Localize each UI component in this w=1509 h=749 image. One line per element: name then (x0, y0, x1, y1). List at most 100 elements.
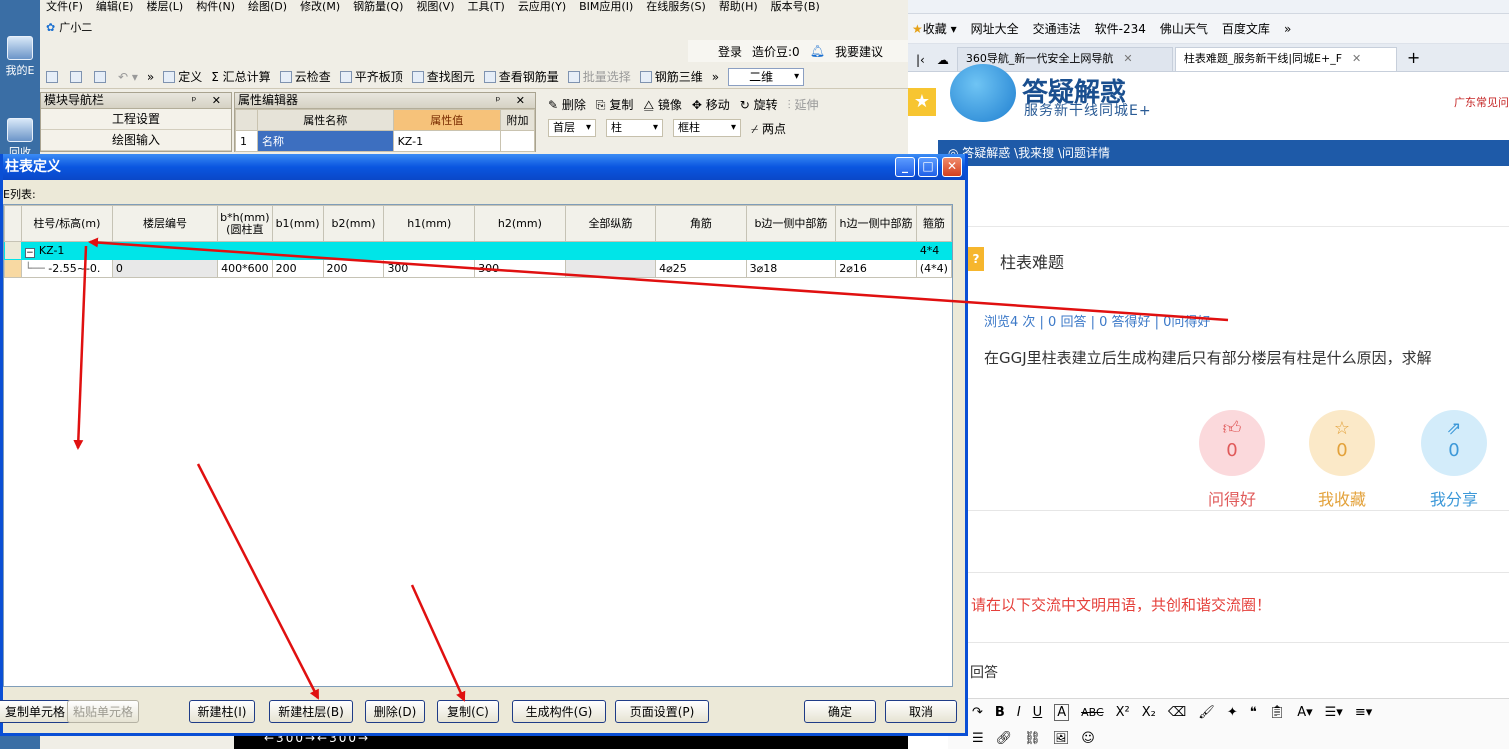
emoji-icon[interactable]: ☺ (1081, 731, 1095, 746)
menu-draw[interactable]: 绘图(D) (248, 0, 287, 16)
close-icon[interactable]: ✕ (942, 157, 962, 177)
copy-tool[interactable]: ⎘ 复制 (596, 96, 633, 113)
two-point-tool[interactable]: ⌿ 两点 (751, 120, 786, 137)
magic-icon[interactable]: ✦ (1227, 705, 1238, 720)
prop-row-name[interactable]: 名称 (257, 130, 394, 152)
bold-button[interactable]: B (995, 705, 1005, 720)
delete-tool[interactable]: ✎ 删除 (548, 96, 586, 113)
unlink-icon[interactable]: ⛓︎ (1024, 731, 1041, 746)
bookmark-software[interactable]: 软件-234 (1095, 20, 1146, 37)
sidebar-favorites-icon[interactable]: ★ (908, 88, 936, 116)
table-cell[interactable]: 300 (474, 259, 566, 278)
table-cell[interactable] (271, 241, 324, 260)
rebar-3d-button[interactable]: 钢筋三维 (639, 68, 703, 85)
table-cell[interactable] (564, 241, 657, 260)
bookmark-baidu-library[interactable]: 百度文库 (1222, 20, 1270, 37)
table-cell[interactable] (655, 241, 747, 260)
table-cell[interactable]: 200 (271, 259, 324, 278)
col-section-size[interactable]: b*h(mm)(圆柱直 (217, 205, 273, 242)
redo-icon[interactable]: ↷ (972, 705, 983, 720)
menu-rebar[interactable]: 钢筋量(Q) (353, 0, 403, 16)
user-name[interactable]: 广小二 (59, 19, 92, 35)
table-cell[interactable] (474, 241, 566, 260)
menu-view[interactable]: 视图(V) (416, 0, 454, 16)
mirror-tool[interactable]: ⧋ 镜像 (643, 96, 682, 113)
like-question-button[interactable]: 👍︎ 0 问得好 (1198, 410, 1266, 510)
minimize-icon[interactable]: _ (895, 157, 915, 177)
table-cell[interactable]: 300 (383, 259, 476, 278)
menu-help[interactable]: 帮助(H) (719, 0, 758, 16)
font-color-icon[interactable]: A▾ (1297, 705, 1312, 720)
menu-online[interactable]: 在线服务(S) (646, 0, 706, 16)
collapse-icon[interactable]: − (24, 247, 35, 258)
table-cell[interactable] (383, 241, 476, 260)
suggest-link[interactable]: 我要建议 (835, 43, 883, 60)
define-button[interactable]: 定义 (163, 68, 202, 85)
new-column-button[interactable]: 新建柱(I) (189, 700, 255, 723)
table-cell[interactable]: (4*4) (915, 259, 952, 278)
component-subtype-select[interactable]: 框柱 (673, 119, 741, 137)
dialog-titlebar[interactable]: 柱表定义 _ □ ✕ (3, 154, 965, 180)
superscript-button[interactable]: X² (1116, 705, 1130, 720)
component-type-select[interactable]: 柱 (606, 119, 663, 137)
tab-scroll-left-icon[interactable]: |‹ (912, 53, 929, 71)
login-link[interactable]: 登录 (718, 43, 742, 60)
table-cell[interactable] (745, 241, 837, 260)
quote-icon[interactable]: ❝ (1250, 705, 1257, 720)
delete-button[interactable]: 删除(D) (365, 700, 425, 723)
prop-row-value[interactable]: KZ-1 (392, 130, 502, 152)
col-column-elevation[interactable]: 柱号/标高(m) (20, 205, 113, 242)
font-border-button[interactable]: A (1054, 703, 1070, 721)
save-icon[interactable] (94, 70, 106, 83)
copy-button[interactable]: 复制(C) (437, 700, 499, 723)
new-tab-icon[interactable]: + (1399, 48, 1428, 71)
nav-item-project-settings[interactable]: 工程设置 (41, 109, 231, 130)
open-file-icon[interactable] (70, 70, 82, 83)
rotate-tool[interactable]: ↻ 旋转 (740, 96, 778, 113)
table-cell[interactable] (111, 241, 219, 260)
view-mode-select[interactable]: 二维 (728, 67, 805, 86)
cell-elevation[interactable]: └── -2.55~-0. (20, 259, 113, 278)
menu-edit[interactable]: 编辑(E) (96, 0, 134, 16)
table-cell[interactable]: 0 (111, 259, 219, 278)
paste-icon[interactable]: 📋︎ (1269, 705, 1286, 720)
format-brush-icon[interactable]: 🖌︎ (1198, 705, 1215, 720)
underline-button[interactable]: U (1033, 705, 1043, 720)
panel-pin-close-icon[interactable]: ᵖ ✕ (192, 93, 227, 108)
cloud-icon[interactable]: ☁︎ (931, 53, 955, 71)
strikethrough-button[interactable]: ABC (1081, 706, 1104, 719)
nav-item-drawing-input[interactable]: 绘图输入 (41, 130, 231, 151)
bookmark-site-directory[interactable]: 网址大全 (971, 20, 1019, 37)
table-cell[interactable] (835, 241, 917, 260)
table-cell[interactable]: 2⌀16 (835, 259, 917, 278)
cloud-check-button[interactable]: 云检查 (279, 68, 331, 85)
col-h2[interactable]: h2(mm) (474, 205, 566, 242)
tab-column-question[interactable]: 柱表难题_服务新干线|同城E+_F ✕ (1174, 47, 1397, 71)
floor-select[interactable]: 首层 (548, 119, 596, 137)
col-b1[interactable]: b1(mm) (271, 205, 324, 242)
favorite-button[interactable]: ☆ 0 我收藏 (1308, 410, 1376, 510)
col-b-side-rebar[interactable]: b边一侧中部筋 (745, 205, 837, 242)
table-cell[interactable] (322, 241, 385, 260)
table-cell[interactable] (564, 259, 657, 278)
menu-version[interactable]: 版本号(B) (771, 0, 820, 16)
generate-component-button[interactable]: 生成构件(G) (512, 700, 606, 723)
table-cell[interactable]: 3⌀18 (745, 259, 837, 278)
italic-button[interactable]: I (1017, 705, 1021, 720)
paste-cell-button[interactable]: 粘贴单元格 (67, 700, 139, 723)
menu-floor[interactable]: 楼层(L) (146, 0, 183, 16)
ordered-list-icon[interactable]: ☰▾ (1325, 705, 1343, 720)
flush-slab-top-button[interactable]: 平齐板顶 (339, 68, 403, 85)
col-all-long-rebar[interactable]: 全部纵筋 (564, 205, 657, 242)
col-h1[interactable]: h1(mm) (383, 205, 476, 242)
toolbar-overflow-icon[interactable]: » (147, 70, 154, 84)
col-corner-rebar[interactable]: 角筋 (655, 205, 747, 242)
table-cell[interactable] (217, 241, 273, 260)
page-setup-button[interactable]: 页面设置(P) (615, 700, 709, 723)
table-cell[interactable]: 200 (322, 259, 385, 278)
unordered-list-icon[interactable]: ≡▾ (1355, 705, 1372, 720)
bookmark-favorites[interactable]: ★收藏 ▾ (912, 20, 957, 37)
link-icon[interactable]: 🔗︎ (996, 731, 1013, 746)
tab-close-icon-2[interactable]: ✕ (1352, 52, 1361, 65)
find-element-button[interactable]: 查找图元 (411, 68, 475, 85)
